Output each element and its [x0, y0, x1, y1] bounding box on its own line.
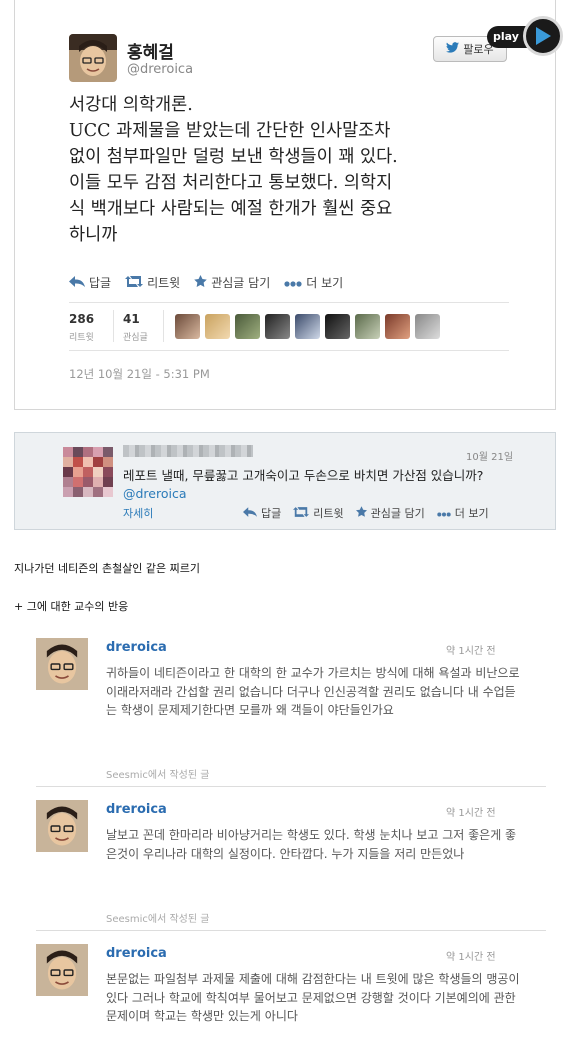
- divider: [36, 786, 546, 787]
- comment-author[interactable]: dreroica: [106, 946, 167, 961]
- author-handle[interactable]: @dreroica: [127, 62, 193, 77]
- retweet-label: 리트윗: [313, 507, 344, 520]
- avatar[interactable]: [385, 314, 410, 339]
- comment-author[interactable]: dreroica: [106, 802, 167, 817]
- reply-text: 레포트 낼때, 무릎꿇고 고개숙이고 두손으로 바치면 가산점 있습니까? @d…: [123, 467, 523, 503]
- tweet-text: 서강대 의학개론. UCC 과제물을 받았는데 간단한 인사말조차 없이 첨부파…: [69, 95, 398, 245]
- comment-time[interactable]: 약 1시간 전: [446, 804, 496, 819]
- reply-tweet-card: 10월 21일 레포트 낼때, 무릎꿇고 고개숙이고 두손으로 바치면 가산점 …: [14, 432, 556, 530]
- comment-author[interactable]: dreroica: [106, 640, 167, 655]
- divider: [69, 302, 509, 303]
- more-button[interactable]: 더 보기: [437, 505, 489, 521]
- more-button[interactable]: 더 보기: [284, 274, 343, 291]
- comment-item: dreroica 약 1시간 전 날보고 꼰데 한마리라 비아냥거리는 학생도 …: [14, 800, 556, 932]
- comment-time[interactable]: 약 1시간 전: [446, 642, 496, 657]
- avatar[interactable]: [295, 314, 320, 339]
- comment-text: 귀하들이 네티즌이라고 한 대학의 한 교수가 가르치는 방식에 대해 욕설과 …: [106, 666, 520, 717]
- avatar[interactable]: [235, 314, 260, 339]
- main-tweet-card: 홍혜걸 @dreroica 팔로우 play 서강대 의학개론. UCC 과제물…: [14, 0, 563, 410]
- retweet-icon: [293, 506, 310, 520]
- star-icon: [355, 506, 367, 520]
- reply-button[interactable]: 답글: [69, 274, 111, 291]
- avatar[interactable]: [265, 314, 290, 339]
- favorite-count-value: 41: [123, 312, 140, 326]
- avatar[interactable]: [415, 314, 440, 339]
- reply-body: 레포트 낼때, 무릎꿇고 고개숙이고 두손으로 바치면 가산점 있습니까?: [123, 468, 484, 483]
- blurred-author-name: [123, 445, 253, 457]
- star-icon: [194, 275, 207, 290]
- divider: [163, 310, 164, 342]
- favorite-button[interactable]: 관심글 담기: [355, 505, 425, 521]
- retweet-button[interactable]: 리트윗: [293, 505, 344, 521]
- divider: [69, 350, 509, 351]
- reply-arrow-icon: [69, 275, 85, 290]
- favorite-label: 관심글 담기: [370, 507, 425, 520]
- favorite-label: 관심글 담기: [211, 276, 271, 290]
- tweet-timestamp[interactable]: 12년 10월 21일 - 5:31 PM: [69, 366, 210, 382]
- retweet-count-value: 286: [69, 312, 95, 326]
- twitter-bird-icon: [446, 42, 460, 56]
- comment-via: Seesmic에서 작성된 글: [106, 914, 210, 925]
- avatar[interactable]: [205, 314, 230, 339]
- more-dots-icon: [437, 507, 451, 520]
- avatar[interactable]: [36, 638, 88, 690]
- divider: [113, 310, 114, 342]
- favorite-count[interactable]: 41 관심글: [123, 312, 148, 343]
- reply-label: 답글: [261, 507, 282, 520]
- retweet-count-label: 리트윗: [69, 333, 94, 343]
- more-dots-icon: [284, 276, 302, 290]
- favorite-button[interactable]: 관심글 담기: [194, 274, 270, 291]
- author-name[interactable]: 홍혜걸: [127, 38, 174, 63]
- retweet-button[interactable]: 리트윗: [125, 274, 180, 291]
- comment-text: 본문없는 파일첨부 과제물 제출에 대해 감점한다는 내 트윗에 많은 학생들의…: [106, 972, 520, 1023]
- avatar[interactable]: [69, 34, 117, 82]
- reply-label: 답글: [89, 276, 112, 290]
- comment-text: 날보고 꼰데 한마리라 비아냥거리는 학생도 있다. 학생 눈치나 보고 그저 …: [106, 828, 517, 861]
- avatar[interactable]: [36, 944, 88, 996]
- retweet-count[interactable]: 286 리트윗: [69, 312, 94, 343]
- reply-mention[interactable]: @dreroica: [123, 486, 187, 501]
- comment-via: Seesmic에서 작성된 글: [106, 770, 210, 781]
- avatar[interactable]: [175, 314, 200, 339]
- reply-date[interactable]: 10월 21일: [466, 448, 513, 463]
- comment-item: dreroica 약 1시간 전 본문없는 파일첨부 과제물 제출에 대해 감점…: [14, 944, 556, 1054]
- comment-time[interactable]: 약 1시간 전: [446, 948, 496, 963]
- favoriters-list: [175, 314, 440, 339]
- avatar[interactable]: [325, 314, 350, 339]
- more-label: 더 보기: [306, 276, 344, 290]
- avatar[interactable]: [355, 314, 380, 339]
- avatar[interactable]: [63, 447, 113, 497]
- retweet-icon: [125, 275, 144, 290]
- divider: [36, 930, 546, 931]
- play-icon: [523, 16, 563, 56]
- caption-first: 지나가던 네티즌의 촌철살인 같은 찌르기: [14, 562, 201, 575]
- more-label: 더 보기: [454, 507, 489, 520]
- retweet-label: 리트윗: [147, 276, 181, 290]
- avatar[interactable]: [36, 800, 88, 852]
- reply-button[interactable]: 답글: [243, 505, 281, 521]
- tweet-actions: 답글 리트윗 관심글 담기 더 보기: [69, 274, 343, 291]
- comment-item: dreroica 약 1시간 전 귀하들이 네티즌이라고 한 대학의 한 교수가…: [14, 638, 556, 788]
- caption-second: + 그에 대한 교수의 반응: [14, 600, 129, 613]
- favorite-count-label: 관심글: [123, 333, 148, 343]
- details-link[interactable]: 자세히: [123, 505, 153, 521]
- reply-arrow-icon: [243, 506, 257, 520]
